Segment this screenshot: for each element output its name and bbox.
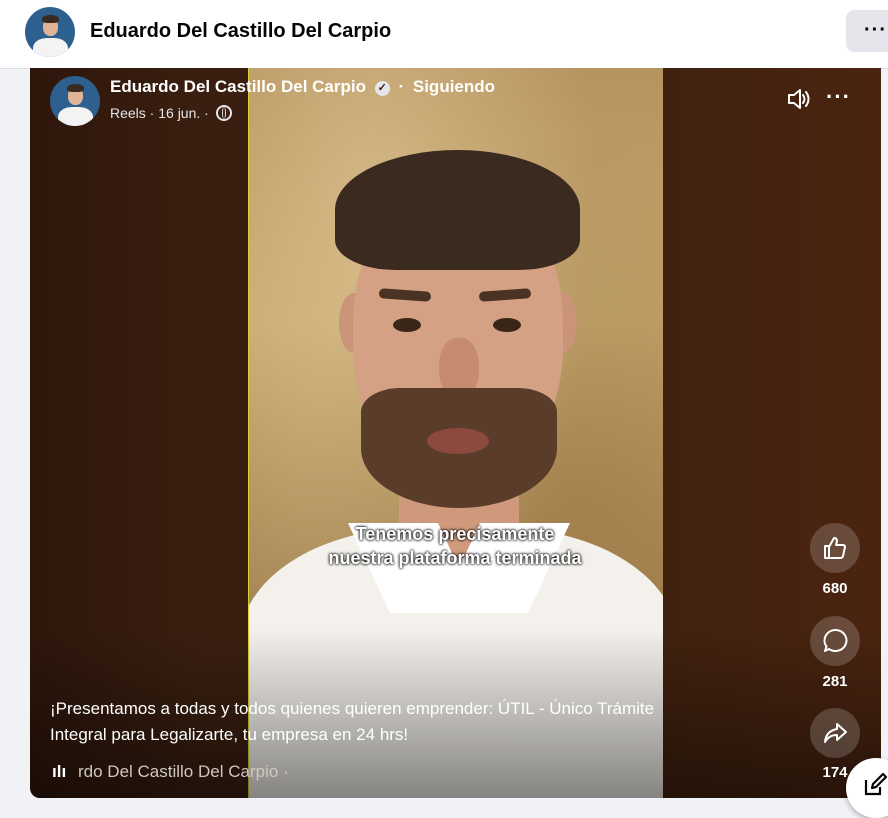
share-arrow-icon: [824, 723, 847, 743]
more-options-button[interactable]: ···: [846, 10, 888, 52]
likes-count: 680: [822, 580, 848, 597]
video-subtitle-line-2: nuestra plataforma terminada: [328, 548, 582, 568]
top-bar: Eduardo Del Castillo Del Carpio ···: [0, 0, 888, 69]
separator-dot: ·: [398, 77, 405, 96]
share-button[interactable]: [810, 708, 860, 758]
description-line-2: Integral para Legalizarte, tu empresa en…: [50, 725, 409, 744]
post-more-button[interactable]: ···: [826, 84, 851, 110]
follow-status-button[interactable]: Siguiendo: [413, 77, 495, 96]
compose-icon: [864, 772, 888, 796]
video-subtitle-line-1: Tenemos precisamente: [355, 524, 555, 544]
verified-badge-icon: ✓: [374, 81, 390, 96]
thumbs-up-icon: [824, 537, 846, 559]
description-line-1: ¡Presentamos a todas y todos quienes qui…: [50, 699, 655, 718]
author-line: Eduardo Del Castillo Del Carpio ✓ · Sigu…: [110, 77, 495, 97]
like-button[interactable]: [810, 523, 860, 573]
page-title[interactable]: Eduardo Del Castillo Del Carpio: [90, 20, 391, 43]
comment-bubble-icon: [823, 628, 848, 652]
post-description: ¡Presentamos a todas y todos quienes qui…: [50, 696, 740, 748]
audio-attribution[interactable]: ılı rdo Del Castillo Del Carpio ·: [52, 762, 289, 782]
speaker-icon[interactable]: [786, 86, 812, 112]
video-subtitle: Tenemos precisamente nuestra plataforma …: [248, 522, 662, 570]
post-meta: Reels · 16 jun. ·: [110, 105, 232, 121]
comments-count: 281: [822, 673, 848, 690]
author-name[interactable]: Eduardo Del Castillo Del Carpio: [110, 77, 366, 96]
globe-icon: [215, 105, 232, 121]
audio-wave-icon: ılı: [52, 762, 67, 781]
reel-card: Tenemos precisamente nuestra plataforma …: [30, 68, 881, 798]
profile-avatar[interactable]: [25, 7, 75, 57]
author-avatar[interactable]: [50, 76, 100, 126]
post-meta-text[interactable]: Reels · 16 jun. ·: [110, 105, 209, 121]
audio-label: rdo Del Castillo Del Carpio ·: [78, 762, 289, 781]
comment-button[interactable]: [810, 616, 860, 666]
